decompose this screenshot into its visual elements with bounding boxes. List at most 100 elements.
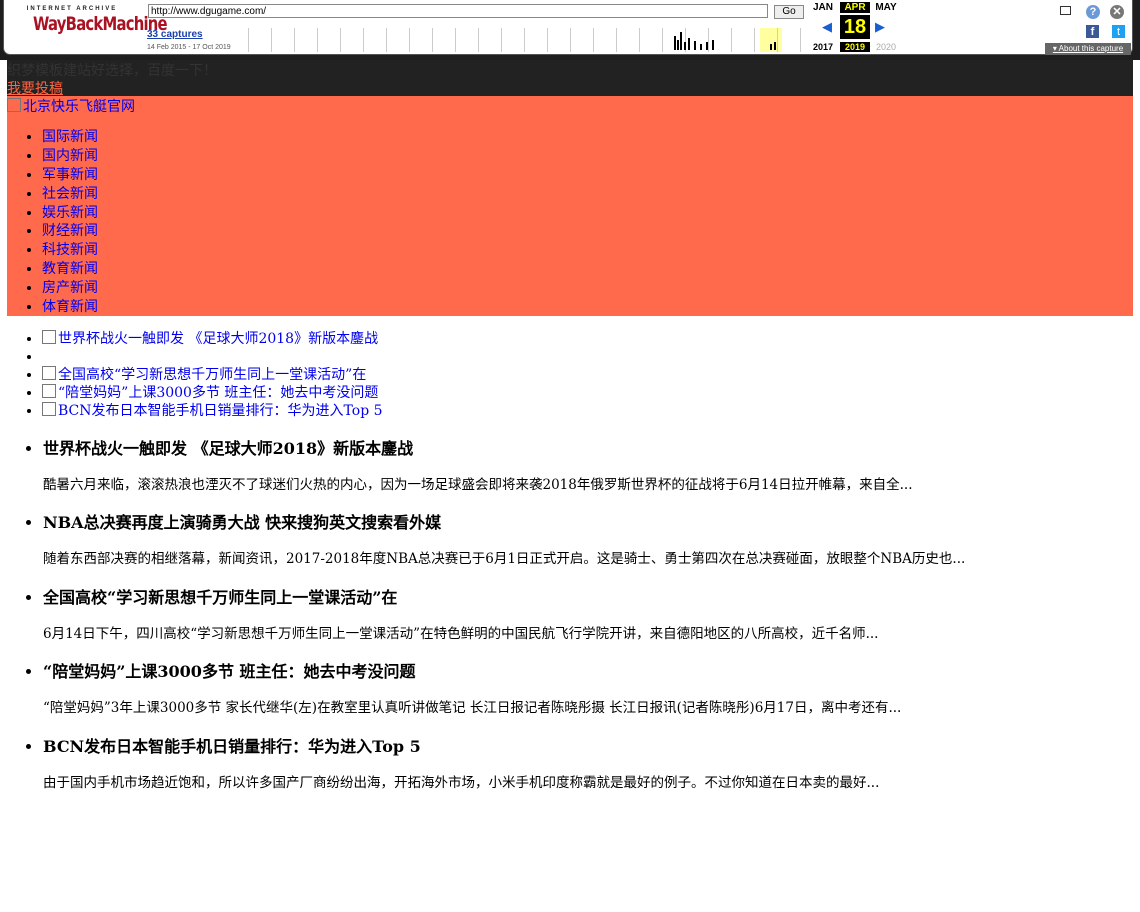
sparkline-year-divider bbox=[386, 28, 387, 52]
nav-link-domestic[interactable]: 国内新闻 bbox=[42, 148, 98, 164]
sparkline-year-divider bbox=[662, 28, 663, 52]
facebook-icon[interactable]: f bbox=[1086, 25, 1099, 38]
news-list: 世界杯战火一触即发 《足球大师2018》新版本鏖战 酷暑六月来临，滚滚热浪也湮灭… bbox=[43, 438, 965, 810]
slide-alt: 世界杯战火一触即发 《足球大师2018》新版本鏖战 bbox=[58, 331, 379, 347]
nav-link-entertainment[interactable]: 娱乐新闻 bbox=[42, 205, 98, 221]
slide-alt: “陪堂妈妈”上课3000多节 班主任：她去中考没问题 bbox=[58, 385, 379, 401]
nav-link-realestate[interactable]: 房产新闻 bbox=[42, 280, 98, 296]
nav-item: 娱乐新闻 bbox=[42, 204, 98, 223]
wayback-date-range: 14 Feb 2015 - 17 Oct 2019 bbox=[147, 44, 231, 51]
year-current: 2019 bbox=[840, 42, 870, 52]
nav-link-international[interactable]: 国际新闻 bbox=[42, 129, 98, 145]
wayback-logo-top: INTERNET ARCHIVE bbox=[26, 6, 118, 12]
news-item: 全国高校“学习新思想千万师生同上一堂课活动”在 6月14日下午，四川高校“学习新… bbox=[43, 587, 878, 661]
wayback-toolbar: INTERNET ARCHIVE WayBackMachine http://w… bbox=[0, 0, 1140, 60]
next-arrow-icon[interactable]: ▶ bbox=[875, 19, 885, 35]
sparkline-year-divider bbox=[340, 28, 341, 52]
wayback-url-input[interactable]: http://www.dgugame.com/ bbox=[148, 4, 768, 18]
sparkline-capture-bar bbox=[674, 36, 676, 50]
wayback-capture-sparkline[interactable] bbox=[248, 28, 801, 52]
nav-link-sports[interactable]: 体育新闻 bbox=[42, 299, 98, 315]
sparkline-year-divider bbox=[478, 28, 479, 52]
wayback-toolbar-panel: INTERNET ARCHIVE WayBackMachine http://w… bbox=[4, 0, 1132, 55]
slide-alt: 全国高校“学习新思想千万师生同上一堂课活动”在 bbox=[58, 367, 367, 383]
slide-item bbox=[42, 348, 383, 366]
nav-link-finance[interactable]: 财经新闻 bbox=[42, 223, 98, 239]
nav-item: 科技新闻 bbox=[42, 241, 98, 260]
news-title[interactable]: “陪堂妈妈”上课3000多节 班主任：她去中考没问题 bbox=[43, 661, 441, 683]
sparkline-capture-bar bbox=[712, 40, 714, 50]
nav-link-society[interactable]: 社会新闻 bbox=[42, 186, 98, 202]
broken-image-icon bbox=[42, 330, 56, 344]
help-icon[interactable]: ? bbox=[1086, 5, 1100, 19]
site-logo-alt: 北京快乐飞艇官网 bbox=[23, 99, 135, 115]
broken-image-icon bbox=[42, 366, 56, 380]
news-title[interactable]: 世界杯战火一触即发 《足球大师2018》新版本鏖战 bbox=[43, 438, 441, 460]
nav-item: 社会新闻 bbox=[42, 185, 98, 204]
capture-day: 18 bbox=[840, 15, 870, 39]
news-summary: 由于国内手机市场趋近饱和，所以许多国产厂商纷纷出海，开拓海外市场，小米手机印度称… bbox=[43, 774, 880, 791]
site-logo-link[interactable]: 北京快乐飞艇官网 bbox=[7, 96, 135, 116]
nav-item: 房产新闻 bbox=[42, 279, 98, 298]
sparkline-year-divider bbox=[616, 28, 617, 52]
nav-item: 财经新闻 bbox=[42, 222, 98, 241]
sparkline-year-divider bbox=[409, 28, 410, 52]
about-capture-button[interactable]: ▾ About this capture bbox=[1045, 43, 1131, 55]
nav-link-military[interactable]: 军事新闻 bbox=[42, 167, 98, 183]
slide-link[interactable]: “陪堂妈妈”上课3000多节 班主任：她去中考没问题 bbox=[42, 384, 379, 401]
prev-arrow-icon[interactable]: ◀ bbox=[822, 19, 832, 35]
sparkline-year-divider bbox=[432, 28, 433, 52]
broken-image-icon bbox=[7, 98, 21, 112]
main-nav: 国际新闻 国内新闻 军事新闻 社会新闻 娱乐新闻 财经新闻 科技新闻 教育新闻 … bbox=[42, 128, 98, 317]
slide-item: 全国高校“学习新思想千万师生同上一堂课活动”在 bbox=[42, 366, 383, 384]
nav-link-education[interactable]: 教育新闻 bbox=[42, 261, 98, 277]
news-title[interactable]: NBA总决赛再度上演骑勇大战 快来搜狗英文搜索看外媒 bbox=[43, 512, 441, 534]
nav-item: 军事新闻 bbox=[42, 166, 98, 185]
sparkline-year-divider bbox=[248, 28, 249, 52]
month-next[interactable]: MAY bbox=[871, 2, 901, 13]
sparkline-capture-bar bbox=[774, 42, 776, 50]
slide-link[interactable]: 世界杯战火一触即发 《足球大师2018》新版本鏖战 bbox=[42, 330, 379, 347]
broken-image-icon bbox=[42, 384, 56, 398]
year-next: 2020 bbox=[875, 42, 897, 52]
news-item: BCN发布日本智能手机日销量排行：华为进入Top 5 由于国内手机市场趋近饱和，… bbox=[43, 736, 879, 810]
slide-item: 世界杯战火一触即发 《足球大师2018》新版本鏖战 bbox=[42, 330, 383, 348]
slideshow-list: 世界杯战火一触即发 《足球大师2018》新版本鏖战 全国高校“学习新思想千万师生… bbox=[42, 330, 383, 420]
wayback-go-button[interactable]: Go bbox=[774, 5, 804, 19]
sparkline-year-divider bbox=[708, 28, 709, 52]
sparkline-year-divider bbox=[639, 28, 640, 52]
site-header: 北京快乐飞艇官网 国际新闻 国内新闻 军事新闻 社会新闻 娱乐新闻 财经新闻 科… bbox=[7, 96, 1133, 316]
sparkline-capture-bar bbox=[770, 44, 772, 50]
wayback-captures-link[interactable]: 33 captures bbox=[147, 29, 203, 40]
sparkline-capture-bar bbox=[694, 41, 696, 50]
month-prev[interactable]: JAN bbox=[808, 2, 838, 13]
sparkline-year-divider bbox=[271, 28, 272, 52]
twitter-icon[interactable]: t bbox=[1112, 25, 1125, 38]
nav-item: 体育新闻 bbox=[42, 298, 98, 317]
broken-image-icon bbox=[42, 402, 56, 416]
close-icon[interactable]: ✕ bbox=[1110, 5, 1124, 19]
about-capture-label: About this capture bbox=[1058, 44, 1124, 53]
slide-link[interactable]: BCN发布日本智能手机日销量排行：华为进入Top 5 bbox=[42, 402, 383, 419]
news-summary: 酷暑六月来临，滚滚热浪也湮灭不了球迷们火热的内心，因为一场足球盛会即将来袭201… bbox=[43, 477, 913, 493]
year-prev[interactable]: 2017 bbox=[808, 42, 838, 52]
sparkline-year-divider bbox=[317, 28, 318, 52]
nav-link-technology[interactable]: 科技新闻 bbox=[42, 242, 98, 258]
submit-article-link[interactable]: 我要投稿 bbox=[7, 78, 63, 98]
news-summary: “陪堂妈妈”3年上课3000多节 家长代继华(左)在教室里认真听讲做笔记 长江日… bbox=[43, 700, 902, 717]
window-icon[interactable] bbox=[1060, 6, 1071, 15]
sparkline-year-divider bbox=[570, 28, 571, 52]
news-item: “陪堂妈妈”上课3000多节 班主任：她去中考没问题 “陪堂妈妈”3年上课300… bbox=[43, 661, 901, 735]
news-title[interactable]: 全国高校“学习新思想千万师生同上一堂课活动”在 bbox=[43, 587, 441, 609]
sparkline-capture-bar bbox=[706, 42, 708, 50]
slide-item: BCN发布日本智能手机日销量排行：华为进入Top 5 bbox=[42, 402, 383, 420]
month-current: APR bbox=[840, 2, 870, 13]
topbar-tip: 织梦模板建站好选择，百度一下！ bbox=[7, 63, 217, 79]
news-title[interactable]: BCN发布日本智能手机日销量排行：华为进入Top 5 bbox=[43, 736, 441, 758]
nav-item: 国内新闻 bbox=[42, 147, 98, 166]
wayback-logo-main: WayBackMachine bbox=[33, 13, 168, 35]
slide-link[interactable]: 全国高校“学习新思想千万师生同上一堂课活动”在 bbox=[42, 366, 367, 383]
wayback-logo[interactable]: INTERNET ARCHIVE WayBackMachine bbox=[22, 6, 168, 48]
sparkline-capture-bar bbox=[680, 32, 682, 50]
sparkline-year-divider bbox=[593, 28, 594, 52]
